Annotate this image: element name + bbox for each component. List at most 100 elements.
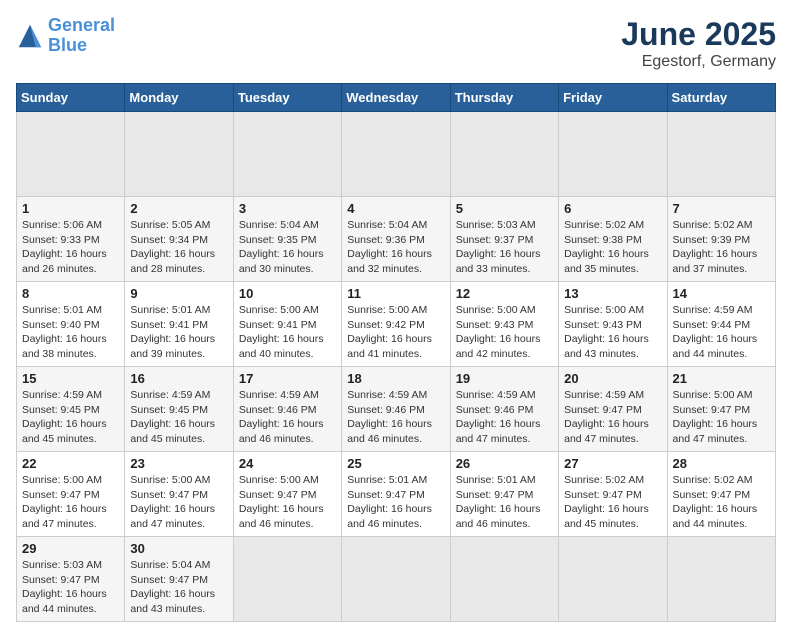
- day-info: Sunrise: 5:02 AM Sunset: 9:47 PM Dayligh…: [564, 473, 661, 532]
- calendar-cell: 23 Sunrise: 5:00 AM Sunset: 9:47 PM Dayli…: [125, 452, 233, 537]
- calendar-cell: [233, 112, 341, 197]
- calendar-week-row: 22 Sunrise: 5:00 AM Sunset: 9:47 PM Dayli…: [17, 452, 776, 537]
- page-header: General Blue June 2025 Egestorf, Germany: [16, 16, 776, 71]
- day-info: Sunrise: 4:59 AM Sunset: 9:45 PM Dayligh…: [22, 388, 119, 447]
- weekday-header: Thursday: [450, 84, 558, 112]
- day-number: 27: [564, 456, 661, 471]
- day-info: Sunrise: 5:00 AM Sunset: 9:47 PM Dayligh…: [239, 473, 336, 532]
- day-number: 26: [456, 456, 553, 471]
- day-info: Sunrise: 4:59 AM Sunset: 9:46 PM Dayligh…: [347, 388, 444, 447]
- day-number: 10: [239, 286, 336, 301]
- day-info: Sunrise: 5:02 AM Sunset: 9:39 PM Dayligh…: [673, 218, 770, 277]
- day-number: 24: [239, 456, 336, 471]
- day-info: Sunrise: 5:01 AM Sunset: 9:41 PM Dayligh…: [130, 303, 227, 362]
- day-info: Sunrise: 5:00 AM Sunset: 9:42 PM Dayligh…: [347, 303, 444, 362]
- day-info: Sunrise: 4:59 AM Sunset: 9:44 PM Dayligh…: [673, 303, 770, 362]
- day-number: 23: [130, 456, 227, 471]
- day-info: Sunrise: 5:00 AM Sunset: 9:47 PM Dayligh…: [130, 473, 227, 532]
- day-number: 15: [22, 371, 119, 386]
- day-number: 1: [22, 201, 119, 216]
- calendar-cell: [125, 112, 233, 197]
- day-number: 3: [239, 201, 336, 216]
- calendar-cell: [559, 537, 667, 622]
- calendar-cell: 5Sunrise: 5:03 AM Sunset: 9:37 PM Daylig…: [450, 197, 558, 282]
- calendar-cell: 19 Sunrise: 4:59 AM Sunset: 9:46 PM Dayli…: [450, 367, 558, 452]
- calendar-cell: 16 Sunrise: 4:59 AM Sunset: 9:45 PM Dayli…: [125, 367, 233, 452]
- day-number: 7: [673, 201, 770, 216]
- calendar-cell: 22 Sunrise: 5:00 AM Sunset: 9:47 PM Dayli…: [17, 452, 125, 537]
- day-info: Sunrise: 5:00 AM Sunset: 9:41 PM Dayligh…: [239, 303, 336, 362]
- calendar-cell: 10 Sunrise: 5:00 AM Sunset: 9:41 PM Dayli…: [233, 282, 341, 367]
- day-info: Sunrise: 5:04 AM Sunset: 9:36 PM Dayligh…: [347, 218, 444, 277]
- calendar-cell: [450, 112, 558, 197]
- day-info: Sunrise: 5:01 AM Sunset: 9:40 PM Dayligh…: [22, 303, 119, 362]
- day-number: 19: [456, 371, 553, 386]
- logo-text: General Blue: [48, 16, 115, 56]
- day-number: 13: [564, 286, 661, 301]
- calendar-cell: 4Sunrise: 5:04 AM Sunset: 9:36 PM Daylig…: [342, 197, 450, 282]
- weekday-header: Monday: [125, 84, 233, 112]
- day-info: Sunrise: 5:06 AM Sunset: 9:33 PM Dayligh…: [22, 218, 119, 277]
- location-title: Egestorf, Germany: [621, 53, 776, 71]
- calendar-cell: 21 Sunrise: 5:00 AM Sunset: 9:47 PM Dayli…: [667, 367, 775, 452]
- calendar-table: SundayMondayTuesdayWednesdayThursdayFrid…: [16, 83, 776, 622]
- calendar-cell: [450, 537, 558, 622]
- weekday-header: Friday: [559, 84, 667, 112]
- weekday-header: Wednesday: [342, 84, 450, 112]
- calendar-week-row: 8Sunrise: 5:01 AM Sunset: 9:40 PM Daylig…: [17, 282, 776, 367]
- calendar-cell: 11Sunrise: 5:00 AM Sunset: 9:42 PM Dayli…: [342, 282, 450, 367]
- calendar-cell: 6Sunrise: 5:02 AM Sunset: 9:38 PM Daylig…: [559, 197, 667, 282]
- calendar-cell: [233, 537, 341, 622]
- weekday-header: Tuesday: [233, 84, 341, 112]
- day-info: Sunrise: 5:01 AM Sunset: 9:47 PM Dayligh…: [456, 473, 553, 532]
- day-number: 28: [673, 456, 770, 471]
- calendar-cell: 2Sunrise: 5:05 AM Sunset: 9:34 PM Daylig…: [125, 197, 233, 282]
- calendar-cell: 24 Sunrise: 5:00 AM Sunset: 9:47 PM Dayli…: [233, 452, 341, 537]
- day-info: Sunrise: 5:04 AM Sunset: 9:47 PM Dayligh…: [130, 558, 227, 617]
- calendar-cell: [342, 112, 450, 197]
- title-block: June 2025 Egestorf, Germany: [621, 16, 776, 71]
- day-number: 18: [347, 371, 444, 386]
- day-number: 6: [564, 201, 661, 216]
- day-number: 25: [347, 456, 444, 471]
- calendar-cell: 1 Sunrise: 5:06 AM Sunset: 9:33 PM Daylig…: [17, 197, 125, 282]
- calendar-cell: 9 Sunrise: 5:01 AM Sunset: 9:41 PM Daylig…: [125, 282, 233, 367]
- calendar-cell: [667, 537, 775, 622]
- day-number: 21: [673, 371, 770, 386]
- day-info: Sunrise: 5:00 AM Sunset: 9:43 PM Dayligh…: [456, 303, 553, 362]
- calendar-week-row: 15 Sunrise: 4:59 AM Sunset: 9:45 PM Dayli…: [17, 367, 776, 452]
- calendar-cell: 28 Sunrise: 5:02 AM Sunset: 9:47 PM Dayli…: [667, 452, 775, 537]
- day-info: Sunrise: 4:59 AM Sunset: 9:46 PM Dayligh…: [239, 388, 336, 447]
- calendar-cell: 18 Sunrise: 4:59 AM Sunset: 9:46 PM Dayli…: [342, 367, 450, 452]
- day-info: Sunrise: 5:01 AM Sunset: 9:47 PM Dayligh…: [347, 473, 444, 532]
- calendar-cell: 13 Sunrise: 5:00 AM Sunset: 9:43 PM Dayli…: [559, 282, 667, 367]
- month-title: June 2025: [621, 16, 776, 53]
- calendar-cell: 30Sunrise: 5:04 AM Sunset: 9:47 PM Dayli…: [125, 537, 233, 622]
- day-info: Sunrise: 5:04 AM Sunset: 9:35 PM Dayligh…: [239, 218, 336, 277]
- day-info: Sunrise: 5:00 AM Sunset: 9:47 PM Dayligh…: [673, 388, 770, 447]
- day-number: 2: [130, 201, 227, 216]
- day-number: 16: [130, 371, 227, 386]
- calendar-cell: 15 Sunrise: 4:59 AM Sunset: 9:45 PM Dayli…: [17, 367, 125, 452]
- calendar-cell: [667, 112, 775, 197]
- weekday-header: Saturday: [667, 84, 775, 112]
- logo-icon: [16, 22, 44, 50]
- calendar-cell: 7 Sunrise: 5:02 AM Sunset: 9:39 PM Daylig…: [667, 197, 775, 282]
- day-number: 22: [22, 456, 119, 471]
- calendar-cell: 14 Sunrise: 4:59 AM Sunset: 9:44 PM Dayli…: [667, 282, 775, 367]
- day-info: Sunrise: 4:59 AM Sunset: 9:45 PM Dayligh…: [130, 388, 227, 447]
- day-info: Sunrise: 5:02 AM Sunset: 9:47 PM Dayligh…: [673, 473, 770, 532]
- day-info: Sunrise: 4:59 AM Sunset: 9:46 PM Dayligh…: [456, 388, 553, 447]
- calendar-cell: 12Sunrise: 5:00 AM Sunset: 9:43 PM Dayli…: [450, 282, 558, 367]
- logo-general: General: [48, 15, 115, 35]
- day-info: Sunrise: 5:00 AM Sunset: 9:43 PM Dayligh…: [564, 303, 661, 362]
- calendar-cell: [17, 112, 125, 197]
- calendar-week-row: 29Sunrise: 5:03 AM Sunset: 9:47 PM Dayli…: [17, 537, 776, 622]
- logo: General Blue: [16, 16, 115, 56]
- day-number: 14: [673, 286, 770, 301]
- day-info: Sunrise: 5:00 AM Sunset: 9:47 PM Dayligh…: [22, 473, 119, 532]
- day-number: 20: [564, 371, 661, 386]
- day-number: 9: [130, 286, 227, 301]
- day-number: 17: [239, 371, 336, 386]
- day-info: Sunrise: 4:59 AM Sunset: 9:47 PM Dayligh…: [564, 388, 661, 447]
